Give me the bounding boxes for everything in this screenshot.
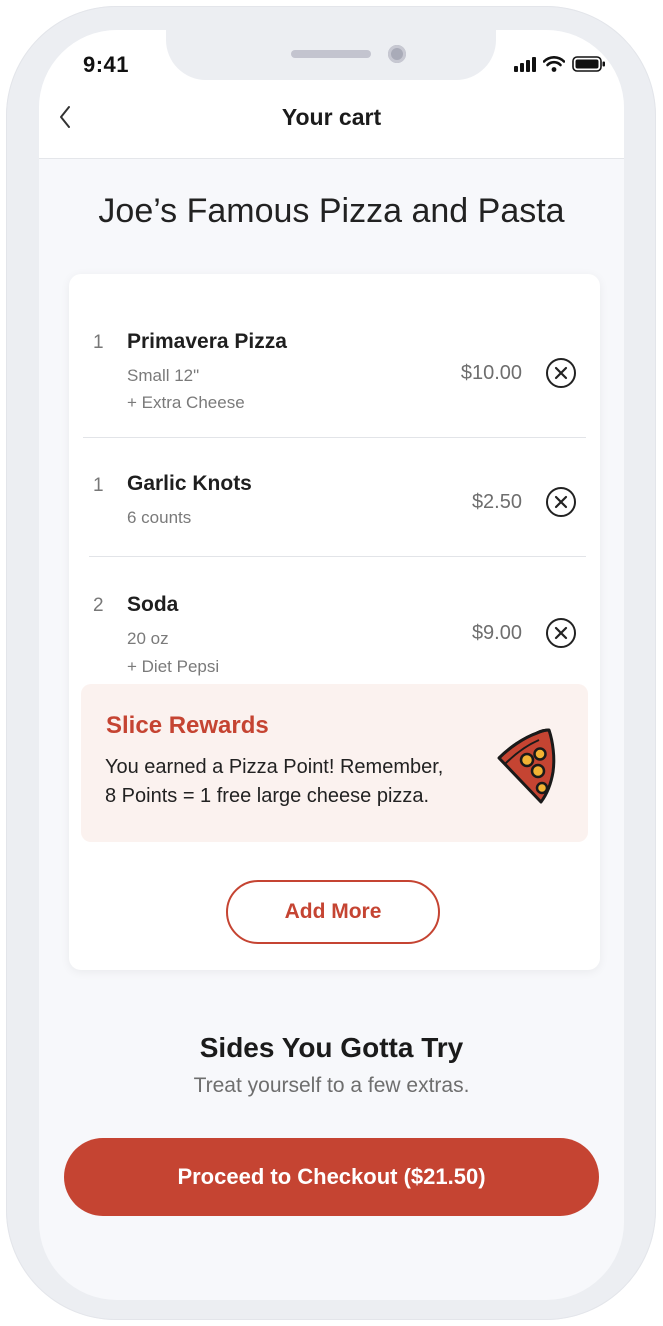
item-divider (89, 556, 586, 557)
item-price: $10.00 (460, 362, 522, 384)
wifi-icon (543, 56, 565, 72)
item-detail: + Diet Pepsi (127, 657, 220, 676)
item-name: Garlic Knots (127, 472, 252, 495)
sides-subheading: Treat yourself to a few extras. (193, 1074, 470, 1097)
pizza-slice-icon (497, 728, 556, 804)
app-screen: 9:41 Your cart Joe’s Famous Pizza and Pa… (39, 30, 624, 1300)
item-price: $9.00 (471, 622, 522, 644)
remove-item-button[interactable] (545, 357, 577, 389)
slice-rewards-banner: Slice Rewards You earned a Pizza Point! … (81, 684, 588, 842)
item-detail: 6 counts (127, 508, 192, 527)
add-more-button[interactable]: Add More (226, 880, 440, 944)
speaker-grille (291, 50, 371, 58)
item-price: $2.50 (471, 491, 522, 513)
camera-icon (388, 45, 406, 63)
sides-heading: Sides You Gotta Try (199, 1032, 464, 1063)
device-notch (166, 30, 496, 80)
checkout-button[interactable]: Proceed to Checkout ($21.50) (64, 1138, 599, 1216)
remove-item-button[interactable] (545, 617, 577, 649)
cart-card: 1 Primavera Pizza Small 12" + Extra Chee… (69, 274, 600, 970)
header: 9:41 Your cart (39, 30, 624, 159)
status-icons (514, 56, 606, 72)
rewards-message: 8 Points = 1 free large cheese pizza. (105, 785, 430, 807)
item-quantity: 1 (93, 332, 104, 353)
item-name: Primavera Pizza (127, 330, 287, 353)
rewards-message: You earned a Pizza Point! Remember, (105, 756, 444, 778)
item-divider (83, 437, 586, 438)
status-time: 9:41 (83, 52, 130, 77)
item-detail: + Extra Cheese (127, 393, 245, 412)
remove-item-button[interactable] (545, 486, 577, 518)
item-quantity: 2 (93, 595, 104, 616)
item-detail: 20 oz (127, 629, 169, 648)
item-name: Soda (127, 593, 179, 616)
restaurant-name: Joe’s Famous Pizza and Pasta (98, 192, 565, 230)
item-quantity: 1 (93, 475, 104, 496)
item-detail: Small 12" (127, 366, 200, 385)
rewards-title: Slice Rewards (106, 712, 269, 739)
cellular-signal-icon (514, 57, 536, 72)
battery-icon (572, 56, 605, 72)
page-title: Your cart (281, 104, 382, 130)
